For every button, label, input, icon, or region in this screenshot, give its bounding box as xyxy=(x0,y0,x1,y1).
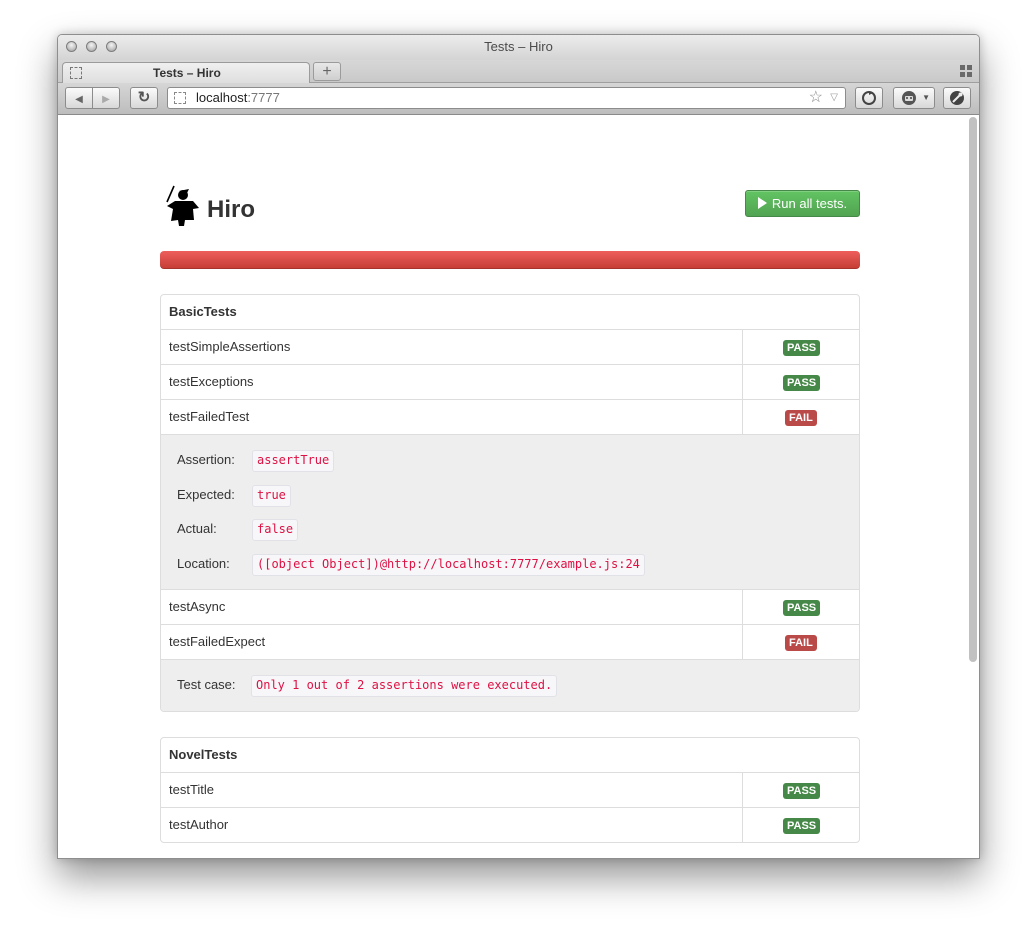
test-row: testFailedTest FAIL xyxy=(161,400,859,435)
status-cell: PASS xyxy=(742,773,859,807)
tab-tests-hiro[interactable]: Tests – Hiro xyxy=(62,62,310,83)
site-favicon-icon xyxy=(174,92,186,104)
url-dropdown-icon[interactable]: ▽ xyxy=(830,88,838,108)
detail-value: assertTrue xyxy=(252,450,335,472)
suite-panel-basictests: BasicTests testSimpleAssertions PASS tes… xyxy=(160,294,860,712)
tab-bar: Tests – Hiro + xyxy=(58,60,979,83)
status-cell: FAIL xyxy=(742,625,859,659)
samurai-logo-icon xyxy=(166,185,199,226)
test-row: testAuthor PASS xyxy=(161,808,859,842)
suite-title: NovelTests xyxy=(161,738,859,773)
bookmark-star-icon[interactable]: ☆ xyxy=(809,88,823,108)
status-badge: PASS xyxy=(783,818,821,834)
play-icon xyxy=(757,197,767,209)
tab-overview-icon[interactable] xyxy=(960,65,972,77)
tab-title: Tests – Hiro xyxy=(153,66,221,80)
zoom-window-button[interactable] xyxy=(106,41,117,52)
url-host: localhost xyxy=(196,90,248,105)
window-title: Tests – Hiro xyxy=(484,39,553,54)
status-cell: FAIL xyxy=(742,400,859,434)
forward-arrow-icon: ▶ xyxy=(102,94,110,105)
url-port: :7777 xyxy=(247,90,280,105)
status-badge: PASS xyxy=(783,375,821,391)
page-content: Hiro Run all tests. BasicTests testSimpl… xyxy=(58,115,979,858)
suite-title: BasicTests xyxy=(161,295,859,330)
failure-details: Test case: Only 1 out of 2 assertions we… xyxy=(161,660,859,711)
test-row: testFailedExpect FAIL xyxy=(161,625,859,660)
detail-value: Only 1 out of 2 assertions were executed… xyxy=(251,675,558,697)
detail-row: Location: ([object Object])@http://local… xyxy=(161,547,859,582)
test-row: testExceptions PASS xyxy=(161,365,859,400)
browser-window: Tests – Hiro Tests – Hiro + ◀ ▶ ↻ localh… xyxy=(57,34,980,859)
brand-name: Hiro xyxy=(207,196,255,223)
back-button[interactable]: ◀ xyxy=(65,87,93,109)
sync-icon xyxy=(862,91,876,105)
test-name: testFailedExpect xyxy=(169,634,266,649)
detail-row: Actual: false xyxy=(161,512,859,547)
robot-extension-icon xyxy=(902,91,916,105)
detail-label: Test case: xyxy=(177,677,236,692)
detail-row: Test case: Only 1 out of 2 assertions we… xyxy=(161,668,859,703)
test-row: testAsync PASS xyxy=(161,590,859,625)
status-badge: PASS xyxy=(783,783,821,799)
test-name: testSimpleAssertions xyxy=(169,339,291,354)
new-tab-button[interactable]: + xyxy=(313,62,341,81)
test-name: testAuthor xyxy=(169,817,229,832)
status-cell: PASS xyxy=(742,590,859,624)
status-badge: PASS xyxy=(783,340,821,356)
detail-row: Expected: true xyxy=(161,478,859,513)
status-cell: PASS xyxy=(742,365,859,399)
status-badge: PASS xyxy=(783,600,821,616)
settings-button[interactable] xyxy=(943,87,971,109)
status-badge: FAIL xyxy=(785,410,817,426)
chevron-down-icon: ▼ xyxy=(922,93,930,102)
detail-label: Expected: xyxy=(177,486,235,502)
wrench-icon xyxy=(950,91,964,105)
test-name: testFailedTest xyxy=(169,409,250,424)
browser-toolbar: ◀ ▶ ↻ localhost:7777 ☆ ▽ ▼ xyxy=(58,83,979,115)
detail-value: true xyxy=(252,484,291,507)
test-progress-bar xyxy=(160,251,860,269)
minimize-window-button[interactable] xyxy=(86,41,97,52)
forward-button[interactable]: ▶ xyxy=(92,87,120,109)
status-cell: PASS xyxy=(742,808,859,842)
test-name: testTitle xyxy=(169,782,215,797)
back-arrow-icon: ◀ xyxy=(75,94,83,105)
close-window-button[interactable] xyxy=(66,41,77,52)
url-text[interactable]: localhost:7777 xyxy=(196,88,280,108)
detail-value: false xyxy=(252,519,299,541)
detail-label: Location: xyxy=(177,555,230,571)
suite-panel-noveltests: NovelTests testTitle PASS testAuthor PAS… xyxy=(160,737,860,843)
detail-label: Assertion: xyxy=(177,452,235,467)
test-row: testSimpleAssertions PASS xyxy=(161,330,859,365)
failure-details: Assertion: assertTrue Expected: true Act… xyxy=(161,435,859,590)
test-name: testExceptions xyxy=(169,374,254,389)
test-name: testAsync xyxy=(169,599,226,614)
page-favicon-icon xyxy=(70,67,82,79)
address-bar[interactable]: localhost:7777 ☆ ▽ xyxy=(167,87,846,109)
title-bar: Tests – Hiro xyxy=(58,35,979,60)
detail-row: Assertion: assertTrue xyxy=(161,443,859,478)
status-cell: PASS xyxy=(742,330,859,364)
reload-icon: ↻ xyxy=(137,89,151,106)
extension-menu-button[interactable]: ▼ xyxy=(893,87,935,109)
run-all-tests-button[interactable]: Run all tests. xyxy=(745,190,860,217)
test-row: testTitle PASS xyxy=(161,773,859,808)
reload-button[interactable]: ↻ xyxy=(130,87,158,109)
sync-button[interactable] xyxy=(855,87,883,109)
vertical-scrollbar[interactable] xyxy=(969,117,977,662)
run-all-tests-label: Run all tests. xyxy=(771,196,848,211)
status-badge: FAIL xyxy=(785,635,817,651)
detail-value: ([object Object])@http://localhost:7777/… xyxy=(252,553,645,576)
detail-label: Actual: xyxy=(177,521,217,536)
